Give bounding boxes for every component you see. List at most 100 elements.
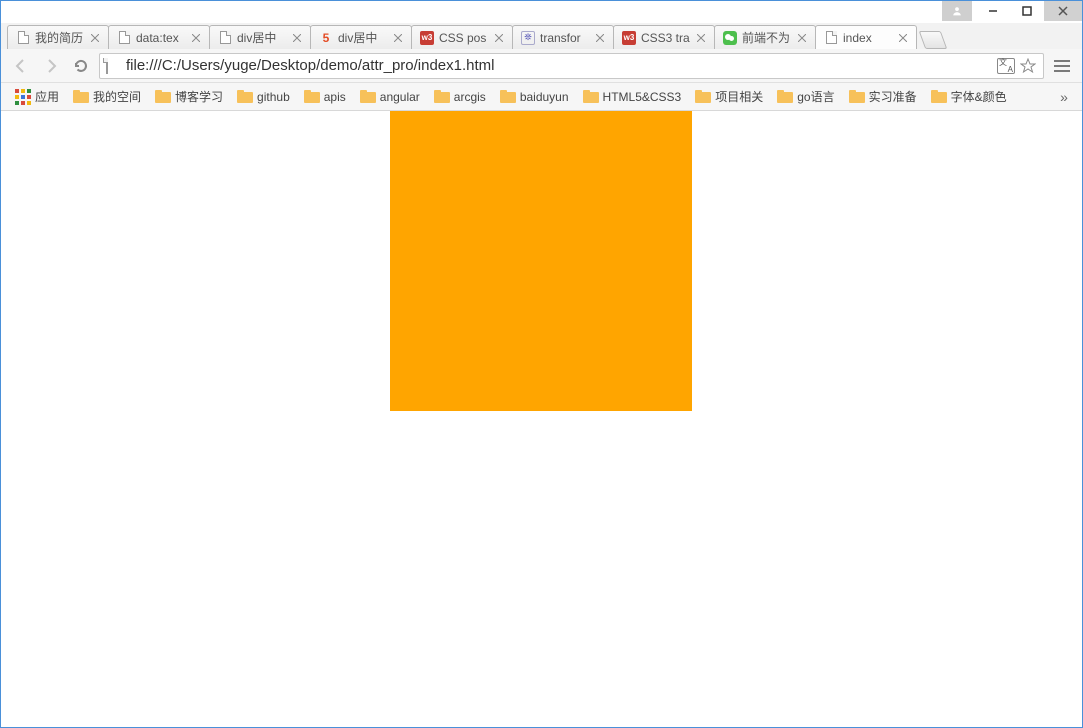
folder-icon [360, 90, 376, 103]
folder-icon [500, 90, 516, 103]
forward-button[interactable] [39, 54, 63, 78]
new-tab-button[interactable] [919, 31, 948, 49]
bookmark-label: HTML5&CSS3 [603, 90, 682, 104]
window-minimize-button[interactable] [976, 1, 1010, 21]
tab-close-button[interactable] [593, 31, 607, 45]
translate-icon [997, 58, 1015, 74]
tab-title: div居中 [237, 29, 286, 46]
folder-icon [434, 90, 450, 103]
omnibox-actions [997, 57, 1037, 75]
folder-icon [237, 90, 253, 103]
bookmark-label: 项目相关 [715, 88, 763, 105]
reload-icon [73, 58, 89, 74]
folder-icon [695, 90, 711, 103]
bookmark-label: angular [380, 90, 420, 104]
bookmarks-bar: 应用 我的空间 博客学习 github apis angular arcgis … [1, 83, 1082, 111]
bookmark-folder[interactable]: 字体&颜色 [925, 85, 1013, 108]
tab-close-button[interactable] [189, 31, 203, 45]
address-bar[interactable]: file:///C:/Users/yuge/Desktop/demo/attr_… [99, 53, 1044, 79]
html5-icon: 5 [319, 31, 333, 45]
tab-title: CSS pos [439, 31, 488, 45]
tab-close-button[interactable] [694, 31, 708, 45]
translate-button[interactable] [997, 57, 1015, 75]
tab-title: data:tex [136, 31, 185, 45]
star-icon [1020, 58, 1036, 74]
bookmark-folder[interactable]: angular [354, 87, 426, 107]
window-controls [942, 1, 1082, 23]
tab-title: index [843, 31, 892, 45]
tab-title: CSS3 tra [641, 31, 690, 45]
wechat-icon [723, 31, 737, 45]
folder-icon [849, 90, 865, 103]
tab-title: transfor [540, 31, 589, 45]
hamburger-icon [1054, 60, 1070, 72]
bookmark-folder[interactable]: 我的空间 [67, 85, 147, 108]
bookmark-label: baiduyun [520, 90, 569, 104]
arrow-right-icon [43, 58, 59, 74]
maximize-icon [1022, 6, 1032, 16]
browser-tab[interactable]: ❊ transfor [512, 25, 614, 49]
file-icon [117, 31, 131, 45]
reload-button[interactable] [69, 54, 93, 78]
bookmark-folder[interactable]: 实习准备 [843, 85, 923, 108]
window-titlebar [1, 1, 1082, 23]
bookmark-folder[interactable]: HTML5&CSS3 [577, 87, 688, 107]
browser-tab[interactable]: w3 CSS3 tra [613, 25, 715, 49]
browser-tab[interactable]: 5 div居中 [310, 25, 412, 49]
bookmark-folder[interactable]: 博客学习 [149, 85, 229, 108]
browser-tab-active[interactable]: index [815, 25, 917, 49]
bookmark-label: apis [324, 90, 346, 104]
browser-tab[interactable]: 前端不为 [714, 25, 816, 49]
bookmark-folder[interactable]: github [231, 87, 296, 107]
bookmark-label: 实习准备 [869, 88, 917, 105]
tab-close-button[interactable] [896, 31, 910, 45]
w3-icon: w3 [622, 31, 636, 45]
back-button[interactable] [9, 54, 33, 78]
tab-close-button[interactable] [795, 31, 809, 45]
folder-icon [73, 90, 89, 103]
tab-title: 我的简历 [35, 29, 84, 46]
tab-close-button[interactable] [290, 31, 304, 45]
folder-icon [583, 90, 599, 103]
bookmark-folder[interactable]: 项目相关 [689, 85, 769, 108]
browser-tab[interactable]: div居中 [209, 25, 311, 49]
url-text: file:///C:/Users/yuge/Desktop/demo/attr_… [126, 57, 991, 74]
file-icon [106, 59, 120, 73]
bookmark-folder[interactable]: baiduyun [494, 87, 575, 107]
chrome-user-button[interactable] [942, 1, 972, 21]
page-viewport [1, 111, 1082, 727]
apps-shortcut[interactable]: 应用 [9, 85, 65, 108]
bookmark-star-button[interactable] [1019, 57, 1037, 75]
folder-icon [777, 90, 793, 103]
bookmark-folder[interactable]: apis [298, 87, 352, 107]
browser-window: 我的简历 data:tex div居中 5 div居中 w3 CSS pos [0, 0, 1083, 728]
window-close-button[interactable] [1044, 1, 1082, 21]
bookmarks-overflow-button[interactable]: » [1054, 89, 1074, 105]
bookmark-folder[interactable]: go语言 [771, 85, 840, 108]
tab-strip: 我的简历 data:tex div居中 5 div居中 w3 CSS pos [1, 23, 1082, 49]
bookmark-label: go语言 [797, 88, 834, 105]
tab-close-button[interactable] [391, 31, 405, 45]
bookmark-label: 字体&颜色 [951, 88, 1007, 105]
tab-close-button[interactable] [492, 31, 506, 45]
baidu-icon: ❊ [521, 31, 535, 45]
content-box [390, 111, 692, 411]
folder-icon [304, 90, 320, 103]
browser-tab[interactable]: w3 CSS pos [411, 25, 513, 49]
bookmark-label: github [257, 90, 290, 104]
tab-close-button[interactable] [88, 31, 102, 45]
arrow-left-icon [13, 58, 29, 74]
toolbar: file:///C:/Users/yuge/Desktop/demo/attr_… [1, 49, 1082, 83]
tab-title: div居中 [338, 29, 387, 46]
window-maximize-button[interactable] [1010, 1, 1044, 21]
close-icon [1058, 6, 1068, 16]
browser-tab[interactable]: data:tex [108, 25, 210, 49]
bookmark-folder[interactable]: arcgis [428, 87, 492, 107]
apps-grid-icon [15, 89, 31, 105]
minimize-icon [988, 6, 998, 16]
chrome-menu-button[interactable] [1050, 54, 1074, 78]
file-icon [16, 31, 30, 45]
tab-title: 前端不为 [742, 29, 791, 46]
browser-tab[interactable]: 我的简历 [7, 25, 109, 49]
bookmark-label: arcgis [454, 90, 486, 104]
